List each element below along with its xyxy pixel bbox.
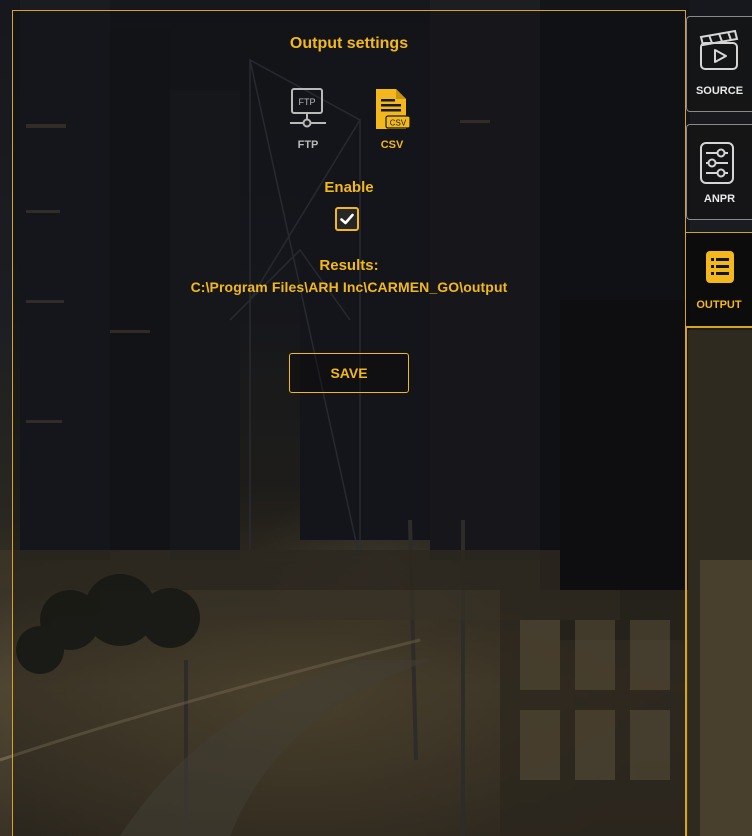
svg-text:CSV: CSV: [390, 119, 407, 128]
output-settings-panel: Output settings FTP FTP CSV CSV Enable R…: [12, 10, 686, 836]
list-icon: [706, 251, 734, 287]
output-type-ftp[interactable]: FTP FTP: [282, 87, 334, 159]
video-clapper-icon: [697, 29, 741, 77]
panel-title: Output settings: [289, 35, 409, 52]
enable-checkbox[interactable]: [335, 207, 359, 231]
ftp-icon: FTP: [288, 87, 328, 137]
csv-label: CSV: [380, 139, 404, 151]
ftp-label: FTP: [297, 139, 319, 151]
sliders-icon: [697, 141, 741, 189]
results-label: Results:: [319, 257, 379, 274]
csv-file-icon: CSV: [372, 87, 412, 137]
tab-anpr-label: ANPR: [703, 193, 736, 205]
results-path: C:\Program Files\ARH Inc\CARMEN_GO\outpu…: [190, 279, 508, 295]
output-type-csv[interactable]: CSV CSV: [366, 87, 418, 159]
tab-output-label: OUTPUT: [696, 299, 742, 311]
enable-label: Enable: [324, 179, 374, 196]
tab-source-label: SOURCE: [695, 85, 744, 97]
save-button[interactable]: SAVE: [289, 353, 409, 393]
tab-source[interactable]: SOURCE: [686, 16, 752, 112]
checkmark-icon: [339, 211, 355, 231]
sidebar-frame: [686, 326, 752, 836]
tab-output[interactable]: OUTPUT: [686, 232, 752, 328]
app-root: Output settings FTP FTP CSV CSV Enable R…: [0, 0, 752, 836]
tab-anpr[interactable]: ANPR: [686, 124, 752, 220]
svg-text:FTP: FTP: [299, 97, 316, 107]
